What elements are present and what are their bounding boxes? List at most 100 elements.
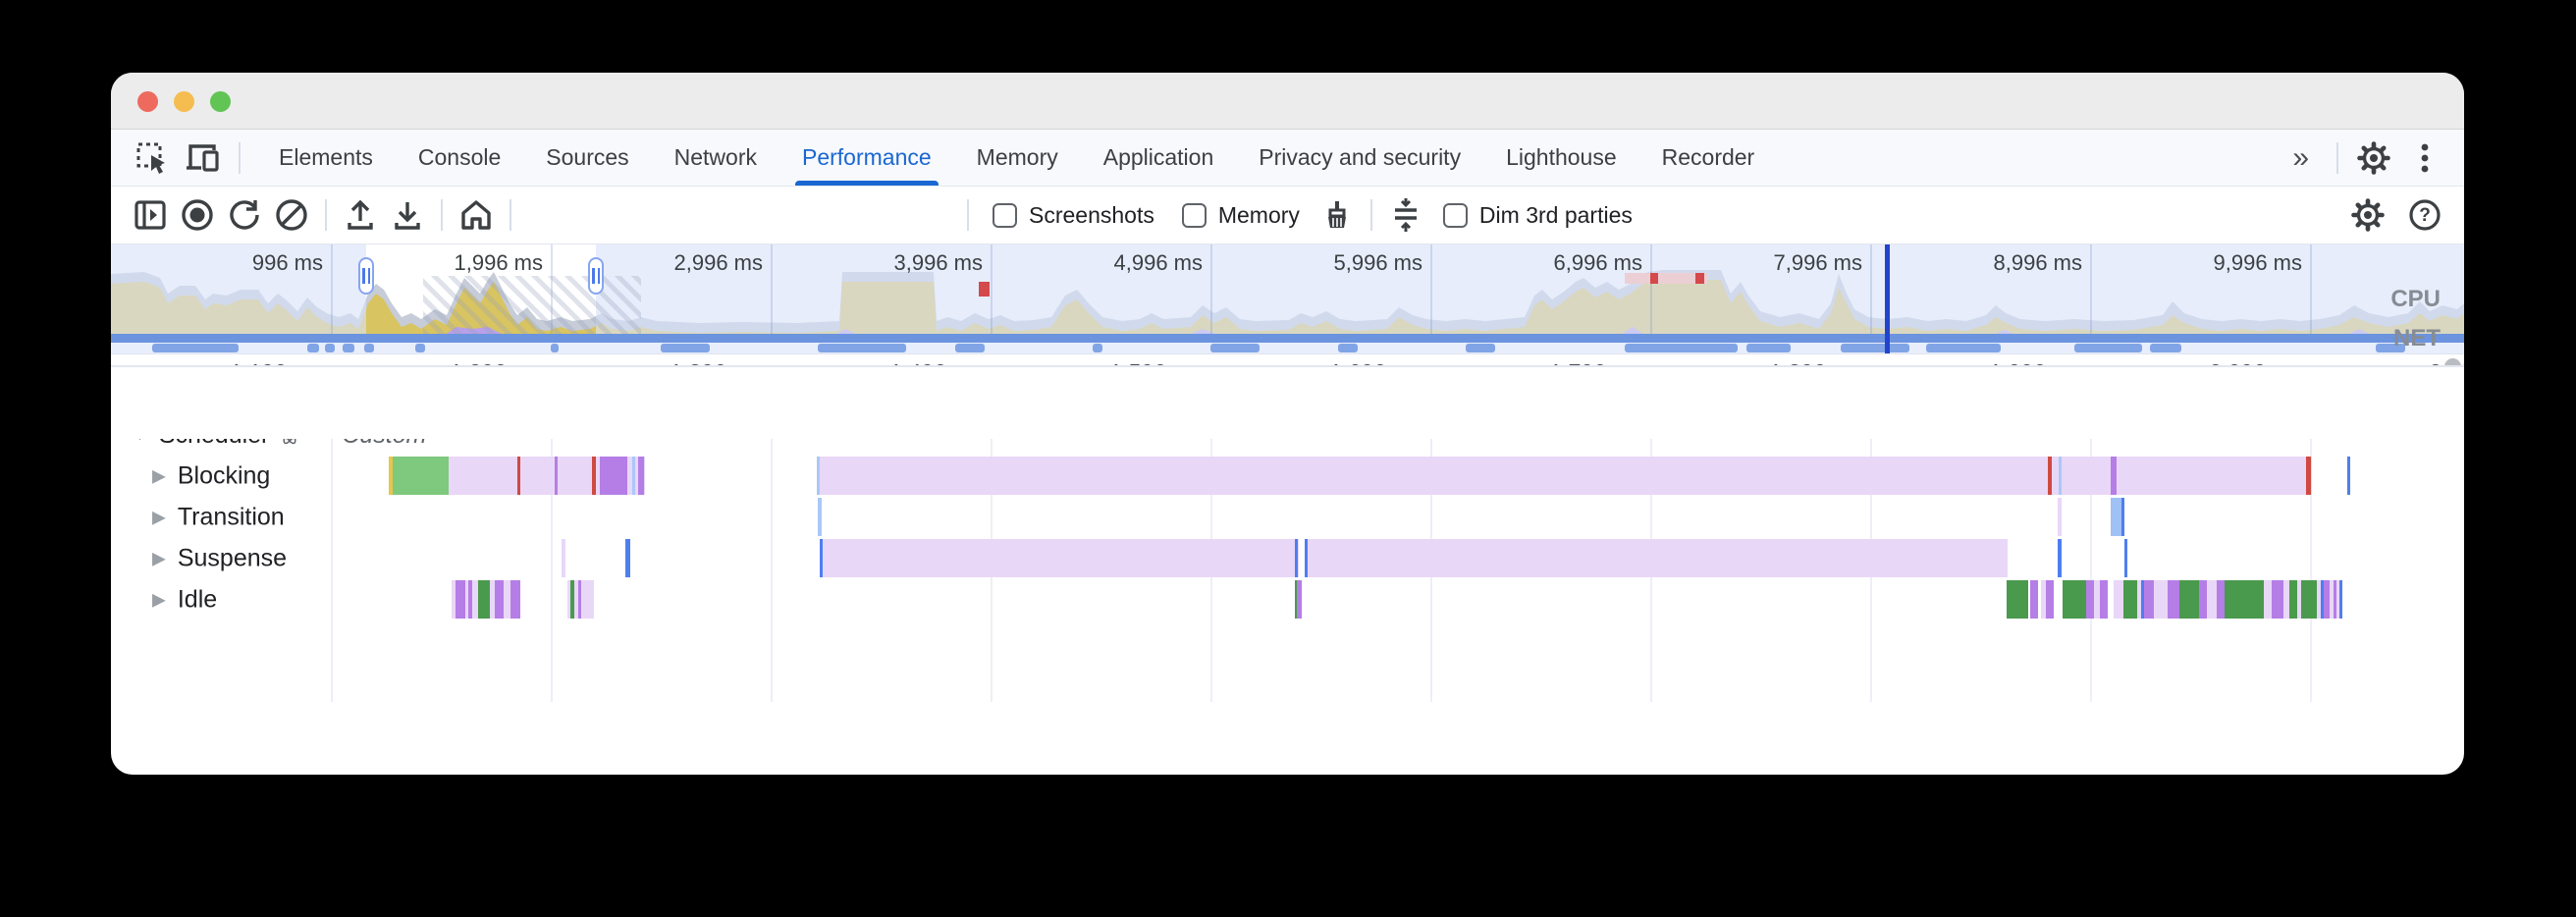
customize-devtools-kebab-icon[interactable] [2399,135,2450,181]
flame-segment[interactable] [456,580,465,619]
tab-recorder[interactable]: Recorder [1639,130,1778,186]
download-profile-icon[interactable] [384,193,431,237]
tab-sources[interactable]: Sources [523,130,651,186]
flame-segment[interactable] [555,457,558,495]
flame-segment[interactable] [1297,580,1302,619]
flame-segment[interactable] [2114,580,2123,619]
checkbox-box[interactable] [993,203,1017,228]
memory-checkbox[interactable]: Memory [1182,202,1300,229]
flame-segment[interactable] [2086,580,2094,619]
capture-settings-gear-icon[interactable] [2344,193,2391,237]
flame-segment[interactable] [2217,580,2225,619]
clear-icon[interactable] [268,193,315,237]
track-row-label[interactable]: ▶Transition [152,504,285,532]
flame-segment[interactable] [2046,580,2054,619]
flame-segment[interactable] [510,580,520,619]
flame-segment[interactable] [820,539,823,577]
flame-segment[interactable] [2144,580,2154,619]
flame-segment[interactable] [2339,580,2342,619]
checkbox-box[interactable] [1182,203,1207,228]
help-icon[interactable]: ? [2401,193,2448,237]
flame-segment[interactable] [817,457,2312,495]
settings-gear-icon[interactable] [2348,135,2399,181]
flame-segment[interactable] [2058,539,2062,577]
collapse-triangle-icon[interactable]: ▶ [152,508,166,528]
track-row-label[interactable]: ▶Idle [152,586,217,615]
track-row-label[interactable]: ▶Suspense [152,545,287,573]
flame-segment[interactable] [2059,457,2062,495]
flame-segment[interactable] [2207,580,2217,619]
checkbox-box[interactable] [1443,203,1468,228]
flame-segment[interactable] [2272,580,2283,619]
tab-performance[interactable]: Performance [779,130,954,186]
track-row-blocking[interactable]: ▶Blocking [111,456,2464,497]
flame-segment[interactable] [632,457,635,495]
collapse-triangle-icon[interactable]: ▶ [152,590,166,611]
flame-segment[interactable] [600,457,627,495]
selection-handle-right[interactable] [588,257,604,295]
flame-segment[interactable] [2048,457,2052,495]
track-row-label[interactable]: ▶Blocking [152,462,270,491]
flame-segment[interactable] [2347,457,2350,495]
upload-profile-icon[interactable] [337,193,384,237]
timeline-overview[interactable]: 996 ms1,996 ms2,996 ms3,996 ms4,996 ms5,… [111,244,2464,354]
tab-console[interactable]: Console [396,130,523,186]
flame-segment[interactable] [2058,498,2062,536]
tab-network[interactable]: Network [652,130,779,186]
flame-segment[interactable] [2225,580,2264,619]
flame-segment[interactable] [817,457,820,495]
close-window-button[interactable] [137,91,158,112]
inspect-element-icon[interactable] [127,135,178,181]
flame-segment[interactable] [2121,498,2124,536]
flame-segment[interactable] [625,539,630,577]
flame-segment[interactable] [562,539,565,577]
flame-segment[interactable] [2179,580,2199,619]
tab-elements[interactable]: Elements [256,130,396,186]
flame-segment[interactable] [2301,580,2317,619]
flame-segment[interactable] [478,580,490,619]
flame-segment[interactable] [2306,457,2311,495]
flame-segment[interactable] [2199,580,2207,619]
flame-segment[interactable] [2123,580,2137,619]
flame-segment[interactable] [2007,580,2028,619]
flame-segment[interactable] [517,457,520,495]
flame-segment[interactable] [1295,539,1298,577]
flame-segment[interactable] [2124,539,2127,577]
flame-segment[interactable] [2111,457,2117,495]
flame-segment[interactable] [2289,580,2297,619]
dim-3rd-parties-checkbox[interactable]: Dim 3rd parties [1443,202,1633,229]
record-button[interactable] [174,193,221,237]
flame-segment[interactable] [638,457,644,495]
tab-lighthouse[interactable]: Lighthouse [1483,130,1639,186]
toggle-sidebar-icon[interactable] [127,193,174,237]
flame-segment[interactable] [2168,580,2179,619]
flame-segment[interactable] [504,580,510,619]
track-row-suspense[interactable]: ▶Suspense [111,538,2464,579]
more-tabs-icon[interactable]: » [2275,141,2327,175]
maximize-window-button[interactable] [210,91,231,112]
compress-sections-icon[interactable] [1382,193,1429,237]
track-row-transition[interactable]: ▶Transition [111,497,2464,538]
selection-handle-left[interactable] [358,257,374,295]
flame-segment[interactable] [592,457,596,495]
flame-segment[interactable] [393,457,449,495]
flame-segment[interactable] [2154,580,2168,619]
tab-memory[interactable]: Memory [954,130,1081,186]
flame-segment[interactable] [495,580,504,619]
track-row-idle[interactable]: ▶Idle [111,579,2464,620]
flame-segment[interactable] [2063,580,2086,619]
flame-segment[interactable] [1305,539,1308,577]
minimize-window-button[interactable] [174,91,194,112]
flame-segment[interactable] [2030,580,2038,619]
collect-garbage-icon[interactable] [1314,193,1361,237]
flame-segment[interactable] [581,580,594,619]
device-toolbar-icon[interactable] [178,135,229,181]
flame-segment[interactable] [2264,580,2272,619]
flame-segment[interactable] [2100,580,2108,619]
screenshots-checkbox[interactable]: Screenshots [993,202,1154,229]
collapse-triangle-icon[interactable]: ▶ [152,549,166,569]
flame-segment[interactable] [818,498,822,536]
flame-segment[interactable] [820,539,2008,577]
tracks-panel[interactable]: ▼ Scheduler — Custom ▶Blocking▶Transitio… [111,409,2464,702]
tab-application[interactable]: Application [1081,130,1237,186]
